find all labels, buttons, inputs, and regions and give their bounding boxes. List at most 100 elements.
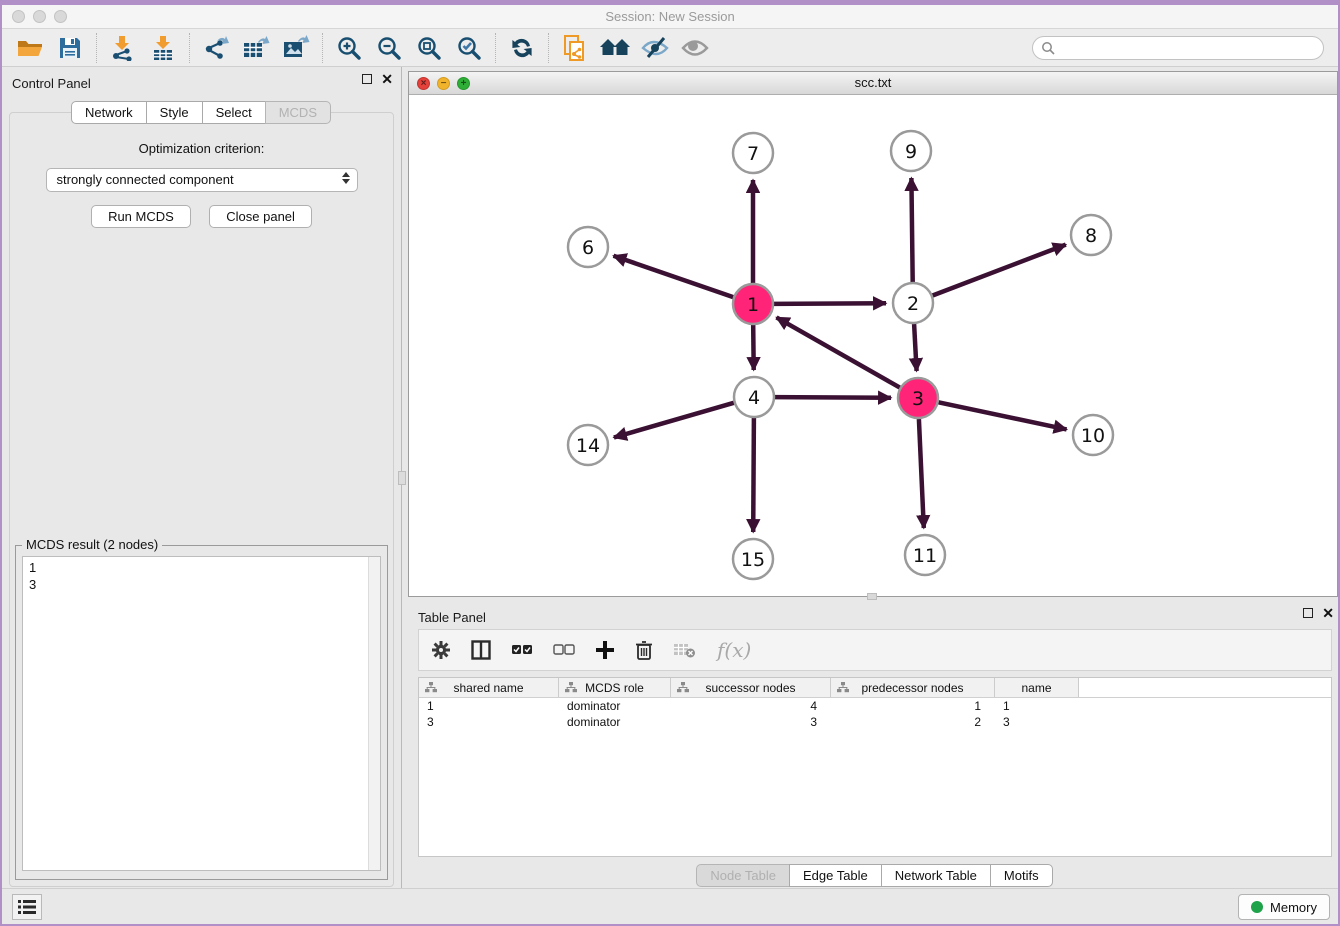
delete-column-button[interactable] [635,640,653,661]
cell-shared-name[interactable]: 1 [419,698,559,714]
run-mcds-button[interactable]: Run MCDS [91,205,191,228]
cell-name[interactable]: 1 [995,698,1079,714]
column-header-shared-name[interactable]: shared name [419,678,559,697]
close-table-panel-icon[interactable]: ✕ [1322,608,1334,618]
table-toolbar: f(x) [418,629,1332,671]
mcds-result-area[interactable]: 1 3 [22,556,381,871]
import-table-button[interactable] [143,32,183,64]
edge-2-3[interactable] [914,324,917,371]
zoom-in-button[interactable] [329,32,369,64]
node-4[interactable]: 4 [734,377,774,417]
column-header-name[interactable]: name [995,678,1079,697]
cell-predecessor-nodes[interactable]: 2 [831,714,995,730]
column-header-successor-nodes[interactable]: successor nodes [671,678,831,697]
edge-2-9[interactable] [911,178,912,282]
node-10[interactable]: 10 [1073,415,1113,455]
node-6[interactable]: 6 [568,227,608,267]
cell-name[interactable]: 3 [995,714,1079,730]
node-9[interactable]: 9 [891,131,931,171]
refresh-layout-button[interactable] [502,32,542,64]
network-window-titlebar[interactable]: × − + scc.txt [409,72,1337,95]
save-session-button[interactable] [50,32,90,64]
table-settings-button[interactable] [431,640,451,660]
node-table[interactable]: shared nameMCDS rolesuccessor nodesprede… [418,677,1332,857]
tab-style[interactable]: Style [146,101,203,124]
open-session-button[interactable] [10,32,50,64]
edge-4-14[interactable] [614,403,734,438]
network-canvas[interactable]: 1 2 3 4 6 7 8 9 10 11 14 15 [409,95,1337,596]
node-11[interactable]: 11 [905,535,945,575]
tab-node-table[interactable]: Node Table [696,864,790,887]
edge-3-1[interactable] [777,317,900,387]
edge-3-11[interactable] [919,419,924,528]
edge-4-3[interactable] [775,397,891,398]
node-15[interactable]: 15 [733,539,773,579]
node-7[interactable]: 7 [733,133,773,173]
add-column-button[interactable] [595,640,615,660]
edge-4-15[interactable] [753,418,754,532]
cell-MCDS-role[interactable]: dominator [559,714,671,730]
edge-1-4[interactable] [753,325,754,370]
export-network-button[interactable] [196,32,236,64]
tab-select[interactable]: Select [202,101,266,124]
clear-table-button[interactable] [673,641,697,659]
vertical-splitter-handle[interactable] [398,471,406,485]
tab-network-table[interactable]: Network Table [881,864,991,887]
table-row[interactable]: 3dominator323 [419,714,1331,730]
edge-2-8[interactable] [933,245,1066,296]
column-header-MCDS-role[interactable]: MCDS role [559,678,671,697]
float-table-panel-icon[interactable] [1303,608,1313,618]
zoom-selected-button[interactable] [449,32,489,64]
result-scrollbar[interactable] [368,557,380,870]
search-box[interactable] [1032,36,1324,60]
float-panel-icon[interactable] [362,74,372,84]
node-8[interactable]: 8 [1071,215,1111,255]
node-3[interactable]: 3 [898,378,938,418]
close-panel-icon[interactable]: ✕ [381,74,393,84]
tab-mcds[interactable]: MCDS [265,101,331,124]
close-panel-button[interactable]: Close panel [209,205,312,228]
optimization-criterion-select[interactable]: strongly connected component [46,168,358,192]
edge-1-6[interactable] [614,256,734,297]
edge-3-10[interactable] [939,402,1067,429]
close-window-icon[interactable] [12,10,25,23]
column-header-predecessor-nodes[interactable]: predecessor nodes [831,678,995,697]
node-1[interactable]: 1 [733,284,773,324]
select-all-button[interactable] [511,643,533,657]
deselect-all-button[interactable] [553,643,575,657]
maximize-network-icon[interactable]: + [457,77,470,90]
duplicate-network-button[interactable] [555,32,595,64]
tab-network[interactable]: Network [71,101,147,124]
edge-1-2[interactable] [774,303,886,304]
mcds-result-group: MCDS result (2 nodes) 1 3 [15,545,388,880]
tab-edge-table[interactable]: Edge Table [789,864,882,887]
tab-motifs[interactable]: Motifs [990,864,1053,887]
window-controls[interactable] [12,10,67,23]
export-image-button[interactable] [276,32,316,64]
import-network-button[interactable] [103,32,143,64]
export-table-button[interactable] [236,32,276,64]
hide-selected-button[interactable] [635,32,675,64]
minimize-network-icon[interactable]: − [437,77,450,90]
show-columns-button[interactable] [471,640,491,660]
table-row[interactable]: 1dominator411 [419,698,1331,714]
node-14[interactable]: 14 [568,425,608,465]
horizontal-splitter-handle[interactable] [867,593,877,600]
cell-successor-nodes[interactable]: 3 [671,714,831,730]
function-builder-button[interactable]: f(x) [717,638,751,662]
cell-MCDS-role[interactable]: dominator [559,698,671,714]
memory-button[interactable]: Memory [1238,894,1330,920]
zoom-fit-button[interactable] [409,32,449,64]
minimize-window-icon[interactable] [33,10,46,23]
search-input[interactable] [1061,41,1315,55]
close-network-icon[interactable]: × [417,77,430,90]
task-history-button[interactable] [12,894,42,920]
maximize-window-icon[interactable] [54,10,67,23]
cell-shared-name[interactable]: 3 [419,714,559,730]
zoom-out-button[interactable] [369,32,409,64]
neighbors-button[interactable] [595,32,635,64]
cell-predecessor-nodes[interactable]: 1 [831,698,995,714]
node-2[interactable]: 2 [893,283,933,323]
show-hidden-button[interactable] [675,32,715,64]
cell-successor-nodes[interactable]: 4 [671,698,831,714]
